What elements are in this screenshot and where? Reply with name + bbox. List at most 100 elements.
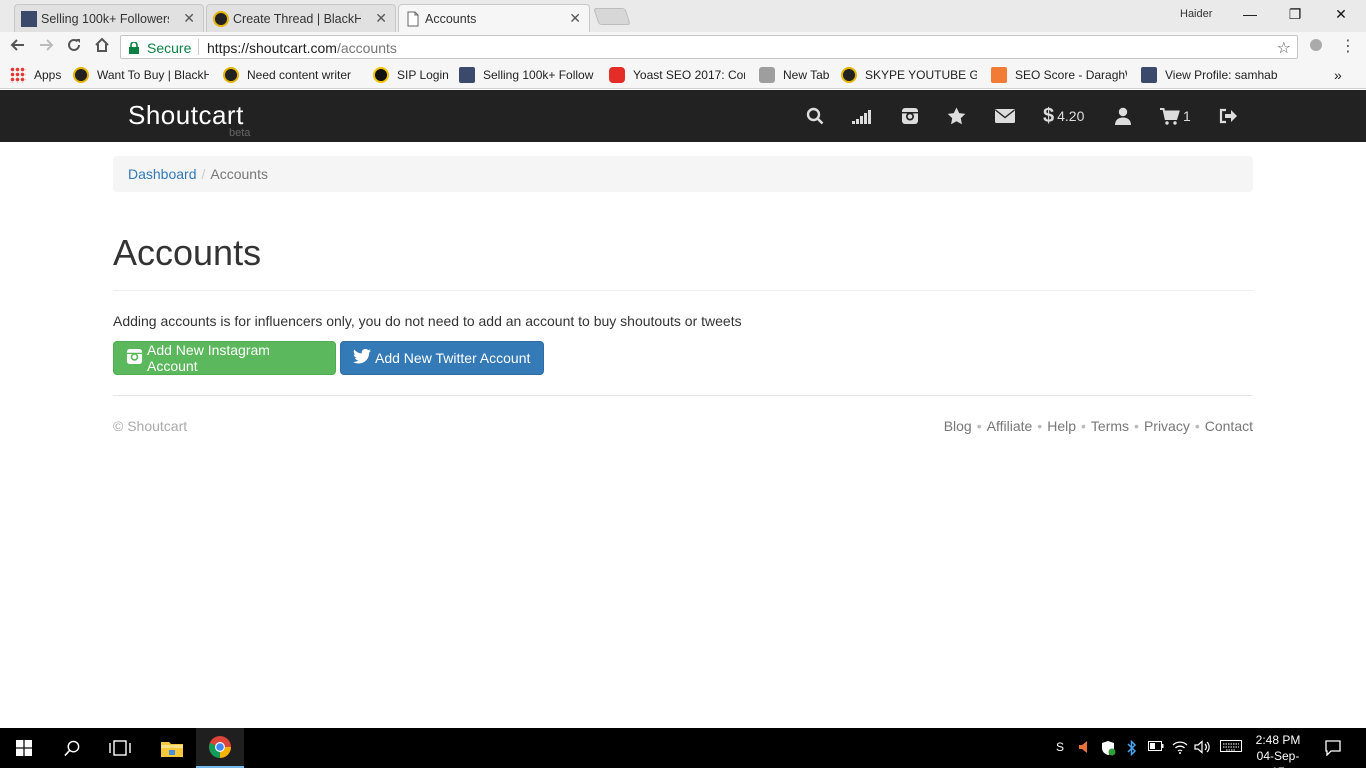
footer-link-privacy[interactable]: Privacy bbox=[1144, 418, 1190, 434]
footer-link-terms[interactable]: Terms bbox=[1091, 418, 1129, 434]
bookmark-item[interactable]: Yoast SEO 2017: Com bbox=[609, 67, 745, 83]
sign-out-icon[interactable] bbox=[1219, 106, 1238, 126]
volume-tray-icon[interactable] bbox=[1194, 740, 1210, 756]
close-window-icon[interactable]: ✕ bbox=[1329, 4, 1353, 26]
url-path: /accounts bbox=[336, 40, 397, 56]
bluetooth-tray-icon[interactable] bbox=[1124, 739, 1140, 757]
title-divider bbox=[113, 290, 1253, 291]
add-twitter-account-button[interactable]: Add New Twitter Account bbox=[340, 341, 544, 375]
tab-close-icon[interactable]: ✕ bbox=[375, 10, 387, 27]
skype-tray-icon[interactable]: S bbox=[1052, 740, 1068, 756]
dollar-icon: $ bbox=[1043, 104, 1055, 127]
balance-amount: 4.20 bbox=[1057, 108, 1085, 124]
menu-icon[interactable]: ⋮ bbox=[1338, 37, 1358, 57]
bookmark-label: Apps bbox=[34, 68, 62, 82]
footer-link-blog[interactable]: Blog bbox=[944, 418, 972, 434]
forward-icon[interactable] bbox=[36, 37, 56, 57]
address-bar[interactable]: Secure https://shoutcart.com/accounts ☆ bbox=[120, 35, 1298, 59]
home-icon[interactable] bbox=[92, 37, 112, 57]
cart-link[interactable]: 1 bbox=[1160, 106, 1191, 126]
forum-favicon-icon bbox=[21, 11, 37, 27]
seo-score-icon bbox=[991, 67, 1007, 83]
forum-icon bbox=[1141, 67, 1157, 83]
star-icon[interactable] bbox=[947, 106, 966, 126]
user-icon[interactable] bbox=[1115, 106, 1131, 126]
footer-link-affiliate[interactable]: Affiliate bbox=[987, 418, 1033, 434]
add-instagram-account-button[interactable]: Add New Instagram Account bbox=[113, 341, 336, 375]
logo-beta-label: beta bbox=[229, 127, 251, 139]
page-title: Accounts bbox=[113, 232, 262, 273]
site-navbar: Shoutcart beta $ 4.20 1 bbox=[0, 90, 1366, 142]
browser-tabstrip: Selling 100k+ Followers ✕ Create Thread … bbox=[0, 0, 1366, 32]
bookmark-label: Need content writer bbox=[247, 68, 352, 82]
secure-label: Secure bbox=[147, 40, 192, 56]
breadcrumb-dashboard-link[interactable]: Dashboard bbox=[128, 166, 197, 182]
blackhat-icon bbox=[73, 67, 89, 83]
security-tray-icon[interactable] bbox=[1100, 740, 1116, 756]
envelope-icon[interactable] bbox=[995, 106, 1015, 126]
task-view-icon[interactable] bbox=[96, 728, 144, 768]
bookmark-item[interactable]: Want To Buy | BlackH bbox=[73, 67, 209, 83]
search-icon[interactable] bbox=[806, 106, 824, 126]
more-bookmarks-button[interactable]: » bbox=[1334, 67, 1342, 83]
footer-separator: • bbox=[1194, 418, 1200, 434]
bookmark-item[interactable]: Need content writer bbox=[223, 67, 357, 83]
url-text[interactable]: https://shoutcart.com/accounts bbox=[207, 40, 397, 56]
bookmark-item[interactable]: SIP Login bbox=[373, 67, 449, 83]
tab-close-icon[interactable]: ✕ bbox=[183, 10, 195, 27]
bookmark-item[interactable]: View Profile: samhab bbox=[1141, 67, 1277, 83]
restore-icon[interactable]: ❐ bbox=[1283, 4, 1307, 26]
keyboard-tray-icon[interactable] bbox=[1220, 740, 1242, 756]
back-icon[interactable] bbox=[8, 37, 28, 57]
footer-link-help[interactable]: Help bbox=[1047, 418, 1076, 434]
footer-separator: • bbox=[976, 418, 982, 434]
search-taskbar-icon[interactable] bbox=[48, 728, 96, 768]
new-tab-button[interactable] bbox=[593, 8, 631, 25]
footer-link-contact[interactable]: Contact bbox=[1205, 418, 1253, 434]
bookmark-item[interactable]: SKYPE YOUTUBE GRC bbox=[841, 67, 977, 83]
tab-close-icon[interactable]: ✕ bbox=[569, 10, 581, 27]
file-explorer-icon[interactable] bbox=[148, 728, 196, 768]
bookmark-label: New Tab bbox=[783, 68, 830, 82]
minimize-icon[interactable]: — bbox=[1238, 4, 1262, 26]
browser-tab[interactable]: Selling 100k+ Followers ✕ bbox=[14, 4, 204, 32]
breadcrumb-current: Accounts bbox=[210, 166, 268, 182]
influencer-note: Adding accounts is for influencers only,… bbox=[113, 313, 742, 329]
taskbar-clock[interactable]: 2:48 PM 04-Sep-17 bbox=[1250, 732, 1306, 780]
signal-bars-icon[interactable] bbox=[852, 106, 874, 126]
action-center-icon[interactable] bbox=[1325, 740, 1341, 757]
footer-copyright: © Shoutcart bbox=[113, 418, 188, 434]
bookmark-label: Yoast SEO 2017: Com bbox=[633, 68, 745, 82]
bookmark-item[interactable]: Selling 100k+ Follow bbox=[459, 67, 595, 83]
bookmarks-bar: Apps Want To Buy | BlackH Need content w… bbox=[0, 62, 1366, 89]
tab-title: Accounts bbox=[425, 11, 477, 26]
start-button[interactable] bbox=[0, 728, 48, 768]
profile-name[interactable]: Haider bbox=[1180, 8, 1212, 20]
bookmark-label: SKYPE YOUTUBE GRC bbox=[865, 68, 977, 82]
chrome-taskbar-icon[interactable] bbox=[196, 728, 244, 768]
breadcrumb-separator: / bbox=[201, 166, 206, 182]
reload-icon[interactable] bbox=[64, 37, 84, 57]
instagram-icon[interactable] bbox=[901, 106, 919, 126]
windows-taskbar: S 2:48 PM 04-Sep-17 bbox=[0, 728, 1366, 779]
extension-icon[interactable] bbox=[1306, 37, 1326, 57]
browser-tab[interactable]: Create Thread | BlackHat ✕ bbox=[206, 4, 396, 32]
bookmark-apps[interactable]: Apps bbox=[10, 67, 61, 83]
omnibox-divider bbox=[198, 39, 199, 55]
bookmark-item[interactable]: New Tab bbox=[759, 67, 829, 83]
speaker-muted-tray-icon[interactable] bbox=[1076, 740, 1092, 756]
battery-tray-icon[interactable] bbox=[1148, 740, 1164, 756]
apps-grid-icon bbox=[10, 67, 26, 83]
bookmark-label: Want To Buy | BlackH bbox=[97, 68, 209, 82]
shopping-cart-icon bbox=[1160, 107, 1180, 125]
site-logo[interactable]: Shoutcart bbox=[128, 100, 244, 131]
wifi-tray-icon[interactable] bbox=[1172, 740, 1188, 756]
footer-divider bbox=[113, 395, 1253, 396]
balance-link[interactable]: $ 4.20 bbox=[1043, 104, 1085, 127]
bookmark-star-icon[interactable]: ☆ bbox=[1277, 38, 1291, 58]
bookmark-item[interactable]: SEO Score - DaraghW bbox=[991, 67, 1127, 83]
clock-date: 04-Sep-17 bbox=[1256, 749, 1300, 779]
instagram-icon bbox=[126, 348, 147, 368]
blackhat-favicon-icon bbox=[213, 11, 229, 27]
browser-tab-active[interactable]: Accounts ✕ bbox=[398, 4, 590, 32]
